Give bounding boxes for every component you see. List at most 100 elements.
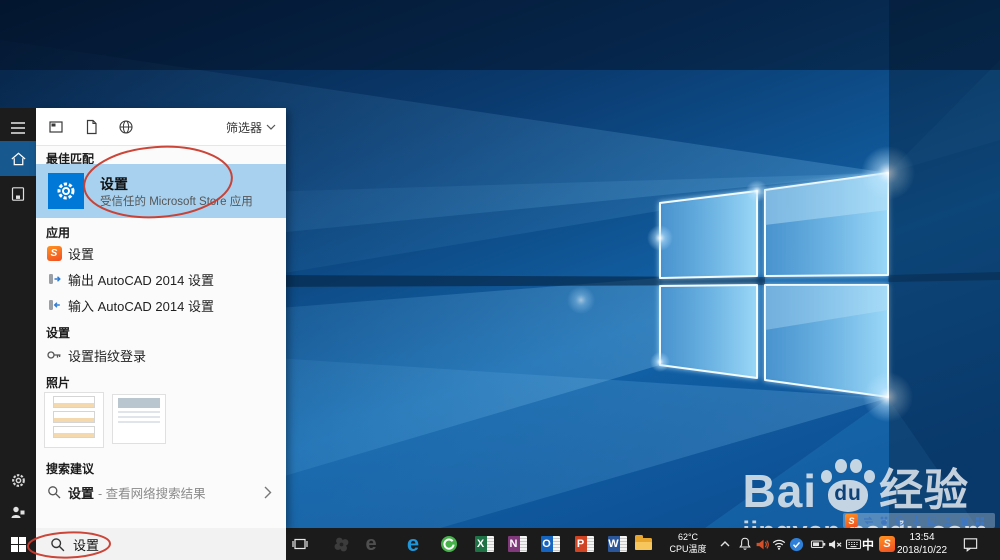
onenote-icon: N [508, 536, 527, 552]
search-results-panel: 筛选器 最佳匹配 设置 受信任的 Microsoft Store 应用 应用 S [36, 108, 286, 528]
filter-bar: 筛选器 [36, 108, 286, 146]
search-icon [46, 485, 62, 499]
ime-language-indicator[interactable]: 中 [860, 528, 876, 560]
sync-status-button[interactable] [787, 528, 805, 560]
ime-zh-label: 中 [862, 536, 874, 553]
result-sogou-settings[interactable]: S 设置 [36, 240, 286, 266]
edge-icon: e [407, 533, 419, 555]
internet-explorer-icon: e [365, 534, 376, 554]
ime-menu-grid-icon[interactable] [974, 515, 986, 527]
task-view-button[interactable] [288, 528, 312, 560]
baidu-paw-icon: du [819, 458, 877, 514]
bell-icon [737, 536, 753, 552]
result-export-autocad[interactable]: 输出 AutoCAD 2014 设置 [36, 266, 286, 292]
best-match-result[interactable]: 设置 受信任的 Microsoft Store 应用 [36, 164, 286, 218]
ime-emoji-icon[interactable] [894, 515, 906, 527]
speaker-orange-icon [755, 537, 770, 552]
notification-bell-button[interactable] [736, 528, 754, 560]
ime-toolbar[interactable]: S [843, 513, 995, 528]
ime-sogou-logo-icon[interactable]: S [845, 514, 858, 527]
watermark-du-text: du [828, 482, 868, 506]
rail-home-button[interactable] [0, 141, 36, 176]
internet-explorer-button[interactable]: e [358, 528, 384, 560]
word-button[interactable]: W [604, 528, 630, 560]
outlook-button[interactable]: O [537, 528, 563, 560]
rail-notebook-button[interactable] [0, 176, 36, 212]
search-input-value: 设置 [73, 535, 99, 554]
ime-person-icon[interactable] [942, 515, 954, 527]
result-import-autocad[interactable]: 输入 AutoCAD 2014 设置 [36, 292, 286, 318]
people-icon [10, 505, 26, 520]
powerpoint-icon: P [575, 536, 594, 552]
sogou-app-icon: S [46, 246, 62, 261]
filter-web-button[interactable] [118, 119, 134, 135]
filter-apps-button[interactable] [48, 119, 64, 135]
volume-muted-button[interactable] [826, 528, 844, 560]
web-search-suggestion[interactable]: 设置 - 查看网络搜索结果 [36, 478, 286, 506]
filters-dropdown[interactable]: 筛选器 [226, 119, 276, 136]
suggestions-section-header: 搜索建议 [46, 460, 94, 477]
ime-clipboard-icon[interactable] [926, 515, 938, 527]
desktop: Bai du 经验 jingyan.baidu.com e [0, 0, 1000, 560]
word-icon: W [608, 536, 627, 552]
ime-paw-icon[interactable] [878, 515, 890, 527]
photos-section-header: 照片 [46, 374, 70, 391]
pinwheel-icon [333, 536, 350, 553]
export-settings-icon [46, 272, 62, 286]
hidden-icons-button[interactable] [716, 528, 734, 560]
apps-filter-icon [48, 119, 64, 135]
watermark-jingyan-text: 经验 [879, 468, 969, 514]
filter-documents-button[interactable] [84, 119, 99, 135]
action-center-icon [962, 536, 979, 553]
onenote-button[interactable]: N [504, 528, 530, 560]
result-title: 输入 AutoCAD 2014 设置 [68, 296, 214, 315]
cpu-temperature-widget[interactable]: 62°C CPU温度 [660, 528, 716, 560]
hamburger-icon [10, 121, 26, 135]
ime-mic-icon[interactable] [910, 515, 922, 527]
ime-switch-icon[interactable] [862, 515, 874, 527]
browser-360-icon [440, 535, 458, 553]
rail-feedback-button[interactable] [0, 496, 36, 528]
volume-alert-button[interactable] [753, 528, 771, 560]
edge-browser-button[interactable]: e [400, 528, 426, 560]
chevron-down-icon [266, 124, 276, 131]
result-fingerprint-login[interactable]: 设置指纹登录 [36, 342, 286, 368]
photo-thumbnail-1[interactable] [44, 392, 104, 448]
clock-date: 2018/10/22 [892, 544, 952, 557]
photo-thumbnail-2[interactable] [112, 394, 166, 444]
settings-app-tile [48, 173, 84, 209]
settings-gear-icon [55, 180, 77, 202]
import-settings-icon [46, 298, 62, 312]
taskbar-search-input[interactable]: 设置 [36, 528, 286, 560]
clock-widget[interactable]: 13:54 2018/10/22 [892, 528, 952, 560]
clock-time: 13:54 [892, 531, 952, 544]
cpu-temp-value: 62°C [660, 532, 716, 544]
battery-button[interactable] [808, 528, 828, 560]
battery-icon [810, 537, 827, 551]
action-center-button[interactable] [956, 528, 984, 560]
ime-skin-icon[interactable] [958, 515, 970, 527]
task-view-icon [291, 535, 309, 553]
keyboard-icon [845, 537, 862, 551]
document-icon [84, 119, 99, 135]
volume-muted-icon [828, 538, 843, 551]
cpu-temp-label: CPU温度 [660, 544, 716, 556]
gear-icon [10, 472, 27, 489]
result-title: 输出 AutoCAD 2014 设置 [68, 270, 214, 289]
suggestion-hint: - 查看网络搜索结果 [98, 483, 206, 502]
file-explorer-button[interactable] [630, 528, 656, 560]
best-match-subtitle: 受信任的 Microsoft Store 应用 [100, 193, 253, 209]
powerpoint-button[interactable]: P [571, 528, 597, 560]
wifi-button[interactable] [770, 528, 788, 560]
browser-360-button[interactable] [436, 528, 462, 560]
result-title: 设置指纹登录 [68, 346, 146, 365]
pinwheel-app-button[interactable] [328, 528, 354, 560]
rail-settings-button[interactable] [0, 464, 36, 496]
watermark-bai-text: Bai [742, 468, 817, 514]
folder-icon [635, 538, 652, 550]
best-match-title: 设置 [100, 174, 128, 194]
excel-button[interactable]: X [471, 528, 497, 560]
key-icon [46, 348, 62, 362]
apps-section-header: 应用 [46, 224, 70, 241]
start-button[interactable] [0, 528, 36, 560]
